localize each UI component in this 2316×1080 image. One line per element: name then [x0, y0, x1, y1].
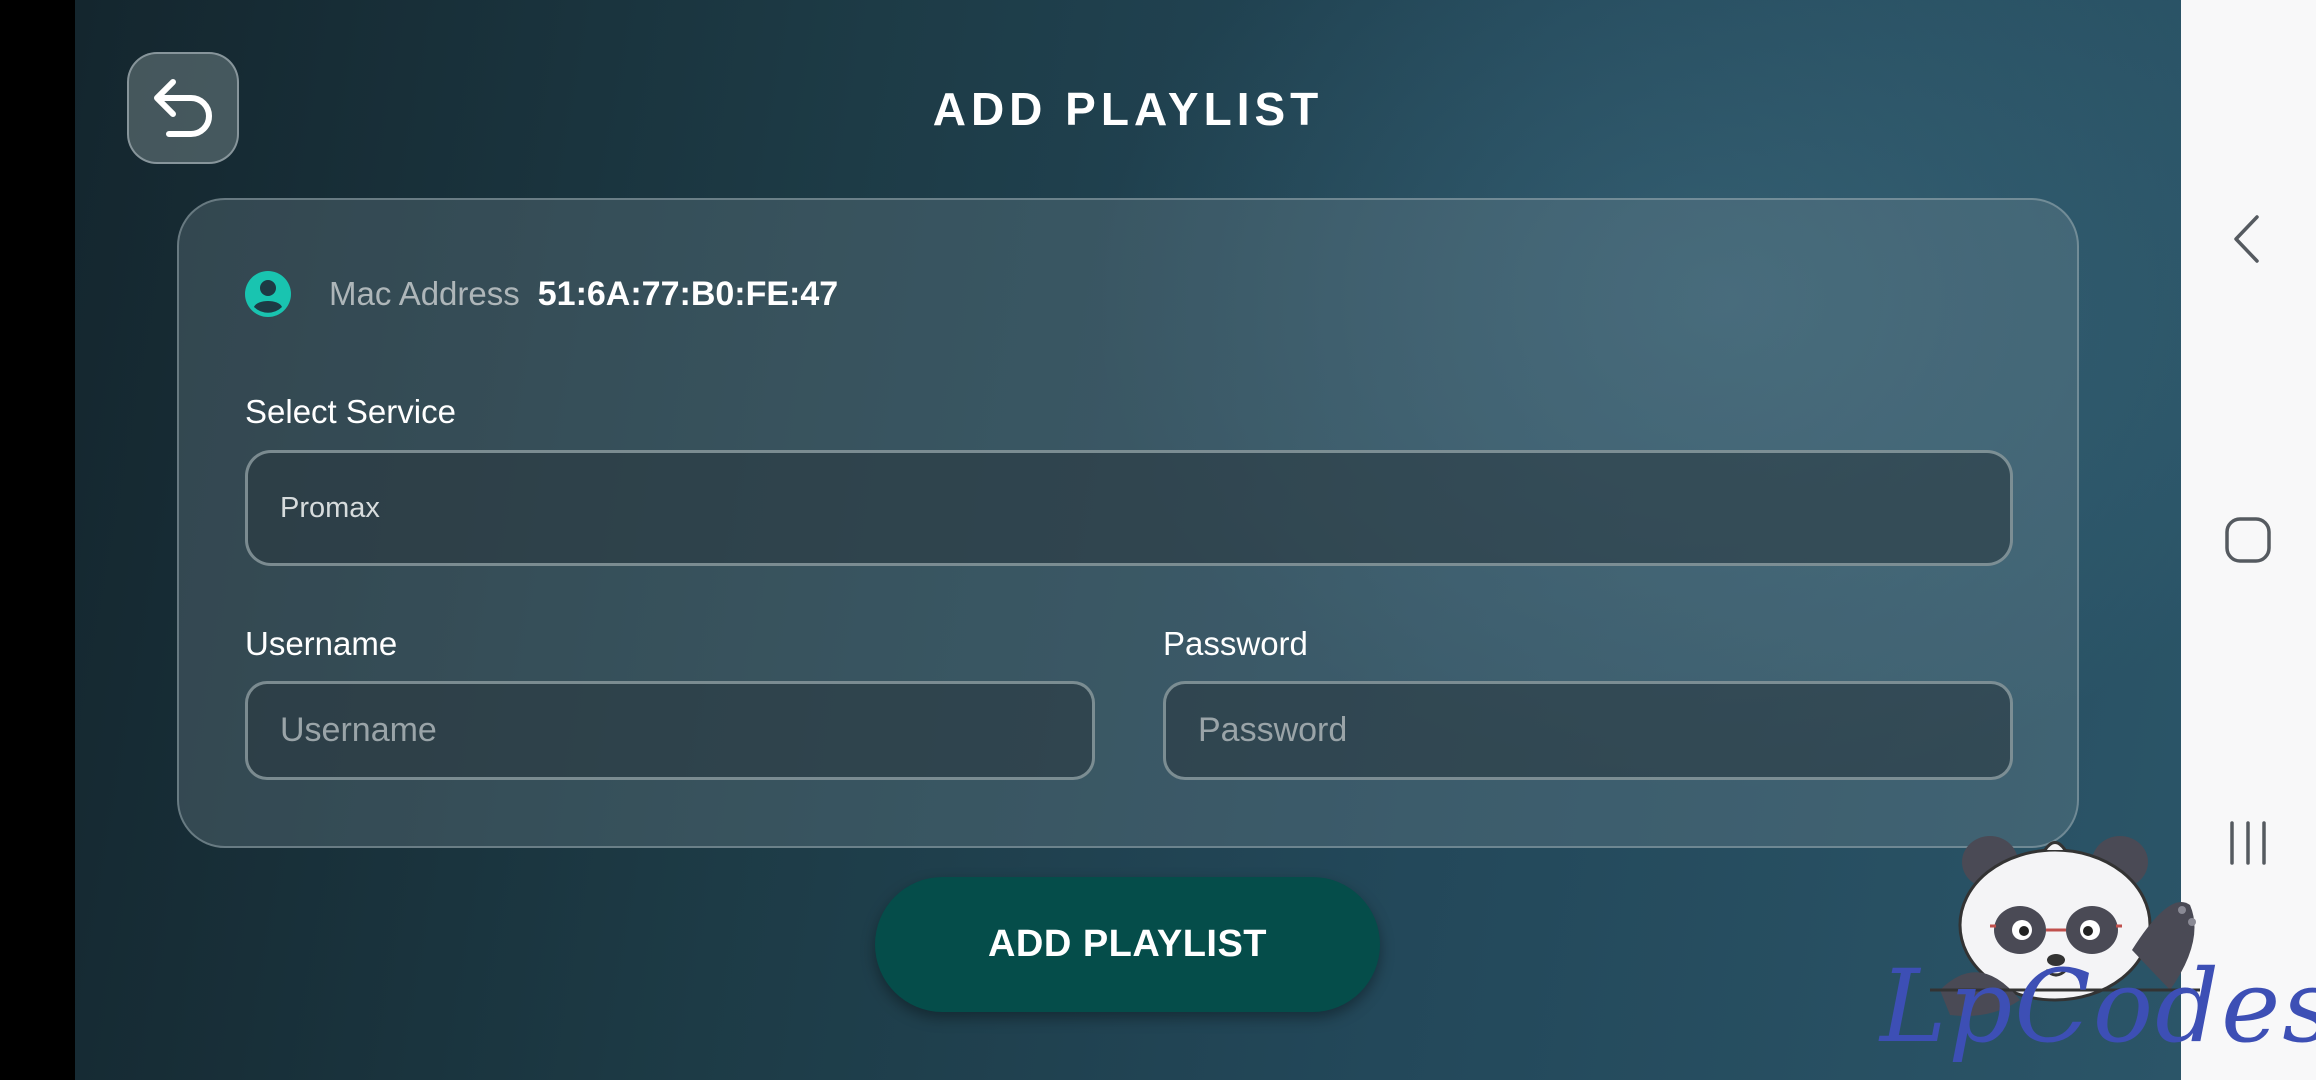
select-service-label: Select Service: [245, 393, 456, 430]
page-title: ADD PLAYLIST: [932, 83, 1324, 135]
nav-home-button[interactable]: [2216, 508, 2280, 572]
app-content: ADD PLAYLIST Mac Address 51:6A:77:B0:FE:…: [75, 0, 2181, 1080]
add-playlist-button[interactable]: ADD PLAYLIST: [875, 877, 1380, 1012]
username-input[interactable]: [245, 681, 1095, 780]
select-service-dropdown[interactable]: Promax: [245, 450, 2013, 566]
username-label: Username: [245, 625, 398, 662]
mac-address-row: Mac Address 51:6A:77:B0:FE:47: [245, 270, 838, 318]
nav-back-button[interactable]: [2216, 207, 2280, 271]
mac-address-value: 51:6A:77:B0:FE:47: [537, 274, 839, 313]
nav-home-icon: [2225, 517, 2271, 563]
password-input[interactable]: [1163, 681, 2013, 780]
password-label: Password: [1163, 625, 1308, 662]
form-card: Mac Address 51:6A:77:B0:FE:47 Select Ser…: [177, 198, 2079, 848]
left-black-strip: [0, 0, 75, 1080]
nav-back-icon: [2234, 215, 2259, 263]
mac-address-label: Mac Address: [329, 275, 520, 312]
selected-service-value: Promax: [280, 491, 380, 524]
screen: ADD PLAYLIST Mac Address 51:6A:77:B0:FE:…: [0, 0, 2316, 1080]
account-circle-icon: [245, 271, 291, 317]
watermark-text: LpCodes: [1880, 948, 2316, 1065]
